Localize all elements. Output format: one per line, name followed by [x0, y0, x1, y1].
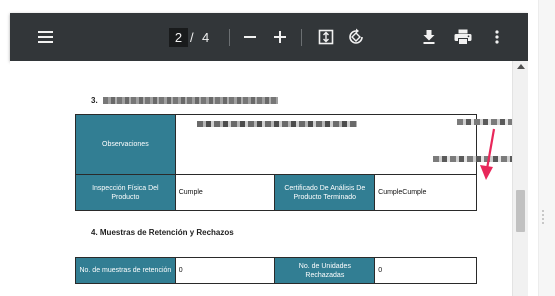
redacted-text — [433, 156, 512, 162]
unidades-value: 0 — [374, 257, 477, 284]
page-total: 4 — [202, 30, 210, 45]
redacted-text — [457, 119, 512, 125]
muestras-label: No. de muestras de retención — [75, 257, 176, 284]
resize-handle-icon[interactable] — [542, 210, 544, 224]
scroll-thumb[interactable] — [516, 190, 525, 232]
page-number-input[interactable]: 2 — [169, 28, 188, 47]
retention-table: No. de muestras de retención 0 No. de Un… — [75, 257, 477, 284]
pdf-page: 3. Observaciones Inspección Física Del P… — [10, 61, 512, 296]
redacted-text — [102, 97, 278, 105]
download-icon[interactable] — [421, 13, 437, 61]
observaciones-value — [174, 114, 478, 175]
section-4-heading: 4. Muestras de Retención y Rechazos — [91, 228, 234, 237]
muestras-value: 0 — [174, 257, 276, 284]
toolbar-divider — [301, 29, 302, 46]
inspeccion-value: Cumple — [174, 174, 276, 211]
unidades-label: No. de Unidades Rechazadas — [274, 257, 376, 284]
pdf-toolbar: 2 / 4 — [10, 13, 528, 61]
print-icon[interactable] — [453, 13, 473, 61]
inspection-table: Observaciones Inspección Física Del Prod… — [75, 114, 478, 211]
menu-icon[interactable] — [36, 13, 54, 61]
certificado-label: Certificado De Análisis De Producto Term… — [274, 174, 376, 211]
inspeccion-label: Inspección Física Del Producto — [75, 174, 176, 211]
annotation-arrow-icon — [480, 128, 496, 180]
more-options-icon[interactable] — [492, 13, 502, 61]
certificado-value: CumpleCumple — [374, 174, 477, 211]
vertical-scrollbar[interactable] — [512, 61, 528, 296]
toolbar-divider — [229, 29, 230, 46]
section-3-heading: 3. — [91, 96, 278, 105]
rotate-icon[interactable] — [346, 13, 366, 61]
page-separator: / — [190, 30, 194, 45]
observaciones-label: Observaciones — [75, 114, 176, 175]
scroll-up-arrow-icon[interactable] — [517, 64, 525, 69]
zoom-out-icon[interactable] — [242, 13, 258, 61]
redacted-text — [196, 121, 357, 127]
zoom-in-icon[interactable] — [272, 13, 288, 61]
fit-to-page-icon[interactable] — [317, 13, 335, 61]
side-panel-edge — [538, 0, 555, 296]
